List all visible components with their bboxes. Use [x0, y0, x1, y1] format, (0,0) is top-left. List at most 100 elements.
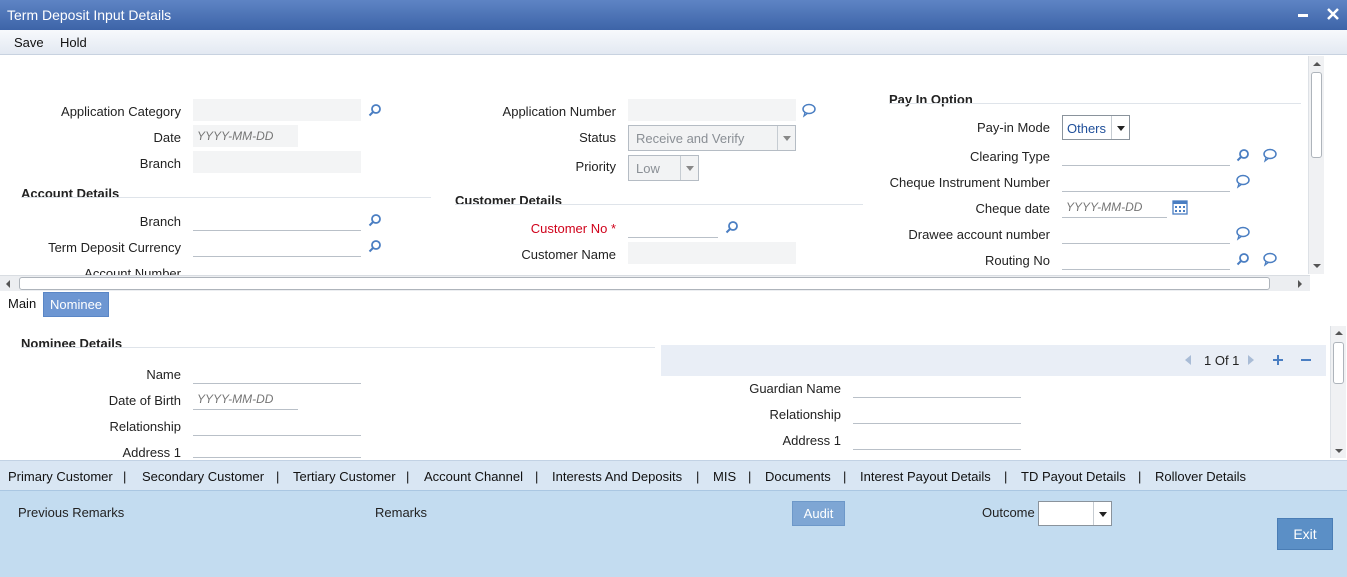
clearing-type-label: Clearing Type [970, 149, 1050, 164]
audit-button[interactable]: Audit [792, 501, 845, 526]
comment-icon[interactable] [1262, 251, 1278, 267]
status-select[interactable]: Receive and Verify [628, 125, 796, 151]
link-mis[interactable]: MIS [713, 469, 736, 484]
comment-icon[interactable] [801, 102, 817, 118]
tab-nominee[interactable]: Nominee [43, 292, 110, 317]
search-icon[interactable] [1235, 147, 1251, 163]
lower-vertical-scrollbar[interactable] [1330, 326, 1346, 458]
pay-in-mode-value: Others [1067, 121, 1107, 136]
routing-no-field[interactable] [1062, 248, 1230, 270]
next-page-icon[interactable] [1246, 354, 1256, 366]
save-menu-item[interactable]: Save [14, 35, 44, 50]
account-branch-field[interactable] [193, 209, 361, 231]
scrollbar-thumb[interactable] [1311, 72, 1322, 158]
customer-name-label: Customer Name [521, 247, 616, 262]
scrollbar-thumb[interactable] [1333, 342, 1344, 384]
application-number-field[interactable] [628, 99, 796, 121]
add-row-icon[interactable] [1271, 353, 1285, 367]
comment-icon[interactable] [1235, 173, 1251, 189]
scroll-down-icon[interactable] [1334, 447, 1344, 455]
cheque-date-field[interactable] [1062, 196, 1167, 218]
link-separator: | [1004, 469, 1008, 484]
minimize-icon[interactable] [1293, 4, 1313, 24]
nominee-grid-header: 1 Of 1 [661, 345, 1326, 376]
link-separator: | [123, 469, 127, 484]
priority-value: Low [636, 161, 660, 176]
nominee-relationship-field[interactable] [193, 414, 361, 436]
application-category-field[interactable] [193, 99, 361, 121]
currency-label: Term Deposit Currency [48, 240, 181, 255]
link-td-payout-details[interactable]: TD Payout Details [1021, 469, 1126, 484]
clearing-type-field[interactable] [1062, 144, 1230, 166]
drawee-account-field[interactable] [1062, 222, 1230, 244]
guardian-address1-field[interactable] [853, 428, 1021, 450]
nominee-dob-field[interactable] [193, 388, 298, 410]
scroll-up-icon[interactable] [1312, 60, 1322, 68]
delete-row-icon[interactable] [1299, 353, 1313, 367]
link-primary-customer[interactable]: Primary Customer [8, 469, 113, 484]
link-separator: | [535, 469, 539, 484]
currency-field[interactable] [193, 235, 361, 257]
link-separator: | [843, 469, 847, 484]
search-icon[interactable] [1235, 251, 1251, 267]
guardian-name-field[interactable] [853, 376, 1021, 398]
horizontal-scrollbar[interactable] [0, 275, 1310, 291]
link-rollover-details[interactable]: Rollover Details [1155, 469, 1246, 484]
scroll-left-icon[interactable] [4, 279, 12, 289]
upper-vertical-scrollbar[interactable] [1308, 56, 1324, 274]
pay-in-mode-select[interactable]: Others [1062, 115, 1130, 140]
drawee-account-label: Drawee account number [908, 227, 1050, 242]
remarks-label[interactable]: Remarks [375, 505, 427, 520]
chevron-down-icon [1093, 502, 1111, 525]
link-tertiary-customer[interactable]: Tertiary Customer [293, 469, 396, 484]
link-separator: | [276, 469, 280, 484]
tab-main[interactable]: Main [2, 292, 43, 317]
scrollbar-thumb[interactable] [19, 277, 1270, 290]
search-icon[interactable] [367, 102, 383, 118]
branch-label: Branch [139, 156, 181, 171]
cheque-instrument-field[interactable] [1062, 170, 1230, 192]
search-icon[interactable] [367, 238, 383, 254]
menu-bar: Save Hold [0, 30, 1347, 55]
window-title: Term Deposit Input Details [7, 7, 172, 23]
exit-button[interactable]: Exit [1277, 518, 1333, 550]
link-secondary-customer[interactable]: Secondary Customer [142, 469, 264, 484]
search-icon[interactable] [724, 219, 740, 235]
previous-remarks-label[interactable]: Previous Remarks [18, 505, 124, 520]
scroll-up-icon[interactable] [1334, 329, 1344, 337]
date-field[interactable] [193, 125, 298, 147]
link-documents[interactable]: Documents [765, 469, 831, 484]
priority-select[interactable]: Low [628, 155, 699, 181]
chevron-down-icon [680, 156, 698, 180]
nominee-address1-field[interactable] [193, 440, 361, 458]
comment-icon[interactable] [1235, 225, 1251, 241]
scroll-right-icon[interactable] [1296, 279, 1304, 289]
nominee-name-field[interactable] [193, 362, 361, 384]
cheque-instrument-label: Cheque Instrument Number [889, 175, 1050, 190]
link-account-channel[interactable]: Account Channel [424, 469, 523, 484]
guardian-address1-label: Address 1 [782, 433, 841, 448]
link-interest-payout-details[interactable]: Interest Payout Details [860, 469, 991, 484]
branch-field[interactable] [193, 151, 361, 173]
customer-no-field[interactable] [628, 216, 718, 238]
nominee-address1-label: Address 1 [122, 445, 181, 460]
scroll-down-icon[interactable] [1312, 262, 1322, 270]
link-separator: | [748, 469, 752, 484]
application-number-label: Application Number [502, 104, 616, 119]
nominee-details-title: Nominee Details [21, 336, 123, 351]
tab-bar: Main Nominee [0, 292, 1347, 318]
subsystem-links-bar: Primary Customer | Secondary Customer | … [0, 460, 1347, 490]
comment-icon[interactable] [1262, 147, 1278, 163]
guardian-relationship-field[interactable] [853, 402, 1021, 424]
previous-page-icon[interactable] [1183, 354, 1193, 366]
search-icon[interactable] [367, 212, 383, 228]
calendar-icon[interactable] [1172, 199, 1188, 215]
outcome-select[interactable] [1038, 501, 1112, 526]
divider [455, 204, 863, 205]
pay-in-option-title: Pay In Option [889, 92, 973, 107]
close-icon[interactable] [1323, 4, 1343, 24]
status-label: Status [579, 130, 616, 145]
link-interests-and-deposits[interactable]: Interests And Deposits [552, 469, 682, 484]
customer-name-field[interactable] [628, 242, 796, 264]
hold-menu-item[interactable]: Hold [60, 35, 87, 50]
